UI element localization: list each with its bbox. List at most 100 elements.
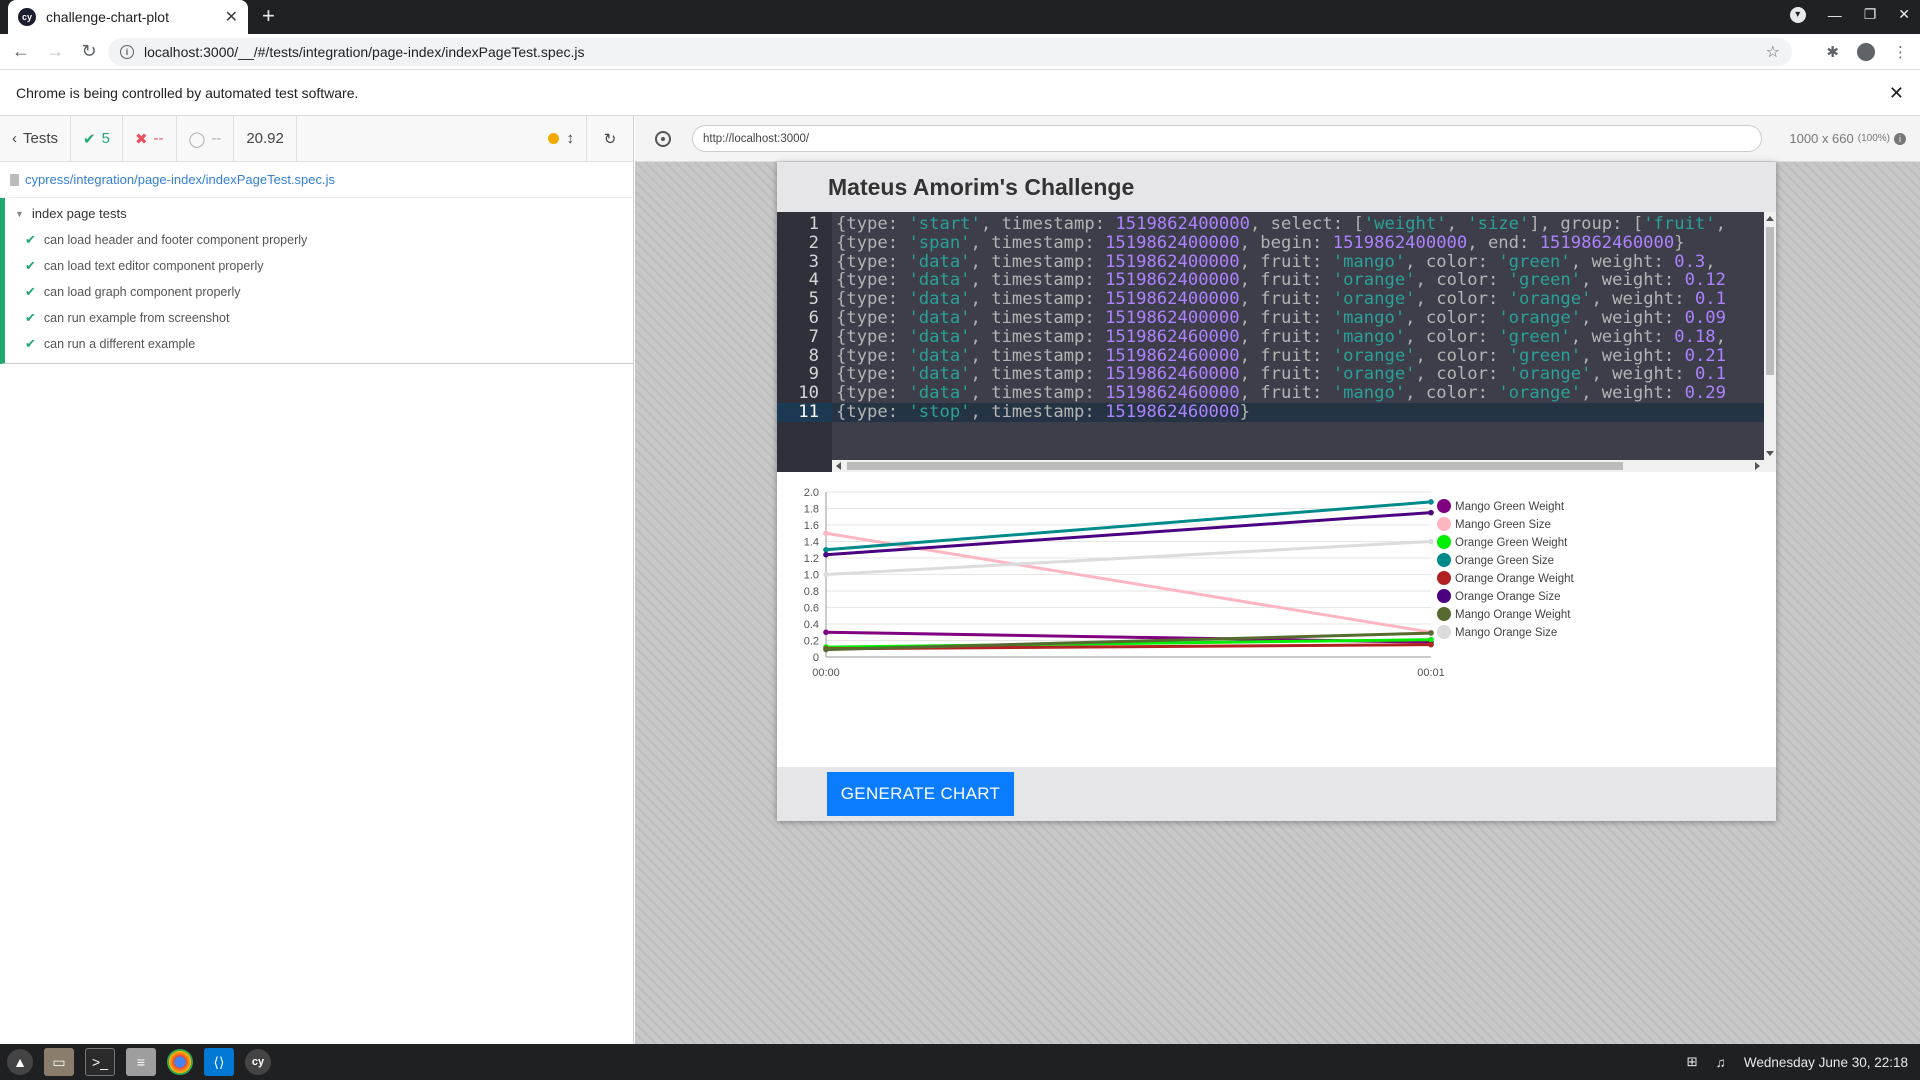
tab-close-icon[interactable]: ✕ <box>225 7 238 27</box>
line-number: 8 <box>808 345 819 366</box>
scroll-down-icon[interactable] <box>1766 451 1774 456</box>
viewport-info: 1000 x 660 (100%) i <box>1789 131 1906 146</box>
legend-swatch <box>1437 517 1451 531</box>
tests-back-button[interactable]: ‹ Tests <box>0 116 72 161</box>
reload-button[interactable]: ↻ <box>76 41 102 62</box>
scroll-thumb[interactable] <box>847 462 1623 470</box>
viewport-zoom: (100%) <box>1857 133 1890 144</box>
generate-chart-button[interactable]: GENERATE CHART <box>827 772 1014 816</box>
network-icon[interactable]: ⊞ <box>1686 1054 1697 1070</box>
data-point <box>1428 538 1434 545</box>
back-button[interactable]: ← <box>8 41 34 62</box>
browser-tab[interactable]: cy challenge-chart-plot ✕ <box>8 0 248 34</box>
scroll-left-icon[interactable] <box>836 462 841 470</box>
y-tick-label: 1.0 <box>804 570 819 582</box>
editor-line[interactable]: 10 {type: 'data', timestamp: 151986246000… <box>777 384 1776 403</box>
legend-swatch <box>1437 607 1451 621</box>
stats-spacer <box>297 116 536 161</box>
extensions-icon[interactable]: ✱ <box>1826 43 1839 61</box>
suite-header[interactable]: ▼ index page tests <box>5 198 633 227</box>
code-editor[interactable]: 1 {type: 'start', timestamp: 151986240000… <box>777 212 1776 472</box>
auto-scroll-toggle[interactable]: ↕ <box>536 116 587 161</box>
close-window-button[interactable]: ✕ <box>1898 6 1910 23</box>
y-tick-label: 1.6 <box>804 520 819 532</box>
line-code[interactable]: {type: 'span', timestamp: 1519862400000,… <box>836 233 1685 253</box>
address-bar[interactable]: i localhost:3000/__/#/tests/integration/… <box>108 38 1792 66</box>
editor-line[interactable]: 9 {type: 'data', timestamp: 1519862460000… <box>777 365 1776 384</box>
scroll-thumb[interactable] <box>1766 227 1774 375</box>
legend-label: Orange Green Size <box>1455 555 1554 567</box>
editor-line[interactable]: 8 {type: 'data', timestamp: 1519862460000… <box>777 345 1776 366</box>
tab-title: challenge-chart-plot <box>46 9 169 25</box>
editor-horizontal-scrollbar[interactable] <box>832 460 1776 472</box>
legend-label: Orange Green Weight <box>1455 537 1568 549</box>
cypress-icon[interactable]: cy <box>245 1049 271 1075</box>
line-code[interactable]: {type: 'stop', timestamp: 1519862460000} <box>836 403 1250 422</box>
editor-line[interactable]: 6 {type: 'data', timestamp: 1519862400000… <box>777 309 1776 328</box>
scroll-right-icon[interactable] <box>1755 462 1760 470</box>
legend-label: Mango Orange Size <box>1455 627 1557 639</box>
maximize-button[interactable]: ❐ <box>1864 6 1877 23</box>
audio-icon[interactable]: ♫ <box>1716 1055 1726 1070</box>
minimize-button[interactable]: — <box>1828 7 1842 23</box>
check-icon: ✔ <box>25 284 36 299</box>
forward-button[interactable]: → <box>42 41 68 62</box>
chrome-icon[interactable] <box>167 1049 193 1075</box>
x-tick-label: 00:01 <box>1417 667 1445 679</box>
line-code[interactable]: {type: 'data', timestamp: 1519862460000,… <box>836 346 1726 366</box>
rerun-button[interactable]: ↻ <box>587 116 633 161</box>
legend-swatch <box>1437 571 1451 585</box>
spec-path-text[interactable]: cypress/integration/page-index/indexPage… <box>25 172 335 187</box>
editor-line[interactable]: 7 {type: 'data', timestamp: 1519862460000… <box>777 327 1776 347</box>
editor-line[interactable]: 11 {type: 'stop', timestamp: 151986246000… <box>777 403 1776 422</box>
line-code[interactable]: {type: 'data', timestamp: 1519862460000,… <box>836 365 1726 384</box>
y-tick-label: 0.6 <box>804 603 819 615</box>
line-number: 4 <box>808 270 819 291</box>
new-tab-button[interactable]: + <box>262 5 275 27</box>
line-code[interactable]: {type: 'data', timestamp: 1519862460000,… <box>836 384 1726 403</box>
scroll-up-icon[interactable] <box>1766 216 1774 221</box>
infobar-close-icon[interactable]: ✕ <box>1889 83 1904 104</box>
clock: Wednesday June 30, 22:18 <box>1743 1054 1908 1070</box>
editor-line[interactable]: 2 {type: 'span', timestamp: 1519862400000… <box>777 233 1776 253</box>
editor-line[interactable]: 4 {type: 'data', timestamp: 1519862400000… <box>777 271 1776 290</box>
editor-line[interactable]: 5 {type: 'data', timestamp: 1519862400000… <box>777 290 1776 309</box>
line-number: 11 <box>777 403 832 422</box>
profile-avatar-icon[interactable] <box>1857 43 1875 61</box>
status-dot-icon <box>547 133 559 144</box>
profile-menu-icon[interactable]: ▾ <box>1789 6 1806 23</box>
test-item[interactable]: ✔ can run example from screenshot <box>5 305 633 331</box>
y-tick-label: 0.2 <box>804 636 819 648</box>
editor-line[interactable]: 1 {type: 'start', timestamp: 151986240000… <box>777 215 1776 234</box>
line-code[interactable]: {type: 'data', timestamp: 1519862400000,… <box>836 271 1726 290</box>
file-manager-icon[interactable]: ▭ <box>44 1048 74 1076</box>
data-point <box>823 629 829 636</box>
line-code[interactable]: {type: 'data', timestamp: 1519862400000,… <box>836 252 1716 272</box>
start-menu-icon[interactable]: ▲ <box>7 1049 33 1075</box>
y-tick-label: 1.8 <box>804 504 819 516</box>
legend-label: Mango Green Size <box>1455 519 1551 531</box>
app-footer: GENERATE CHART <box>777 767 1776 821</box>
editor-line[interactable]: 3 {type: 'data', timestamp: 1519862400000… <box>777 252 1776 272</box>
test-item[interactable]: ✔ can load graph component properly <box>5 279 633 305</box>
bookmark-star-icon[interactable]: ☆ <box>1766 42 1780 62</box>
automation-notice: Chrome is being controlled by automated … <box>16 84 359 101</box>
terminal-icon[interactable]: >_ <box>85 1048 115 1076</box>
address-url[interactable]: localhost:3000/__/#/tests/integration/pa… <box>144 44 1766 60</box>
line-code[interactable]: {type: 'data', timestamp: 1519862400000,… <box>836 309 1726 328</box>
test-item[interactable]: ✔ can load header and footer component pr… <box>5 227 633 253</box>
line-code[interactable]: {type: 'data', timestamp: 1519862400000,… <box>836 290 1726 309</box>
text-editor-icon[interactable]: ≡ <box>126 1048 156 1076</box>
line-code[interactable]: {type: 'start', timestamp: 1519862400000… <box>836 215 1726 234</box>
line-code[interactable]: {type: 'data', timestamp: 1519862460000,… <box>836 327 1726 347</box>
spec-path[interactable]: cypress/integration/page-index/indexPage… <box>0 162 633 198</box>
vscode-icon[interactable]: ⟨⟩ <box>204 1048 234 1076</box>
test-item[interactable]: ✔ can load text editor component properly <box>5 253 633 279</box>
pending-count: ◯ -- <box>177 116 235 161</box>
editor-vertical-scrollbar[interactable] <box>1764 212 1776 460</box>
info-icon[interactable]: i <box>1894 132 1906 145</box>
selector-playground-icon[interactable] <box>655 130 671 147</box>
test-item[interactable]: ✔ can run a different example <box>5 331 633 357</box>
menu-kebab-icon[interactable]: ⋮ <box>1893 43 1908 61</box>
site-info-icon[interactable]: i <box>120 45 134 59</box>
